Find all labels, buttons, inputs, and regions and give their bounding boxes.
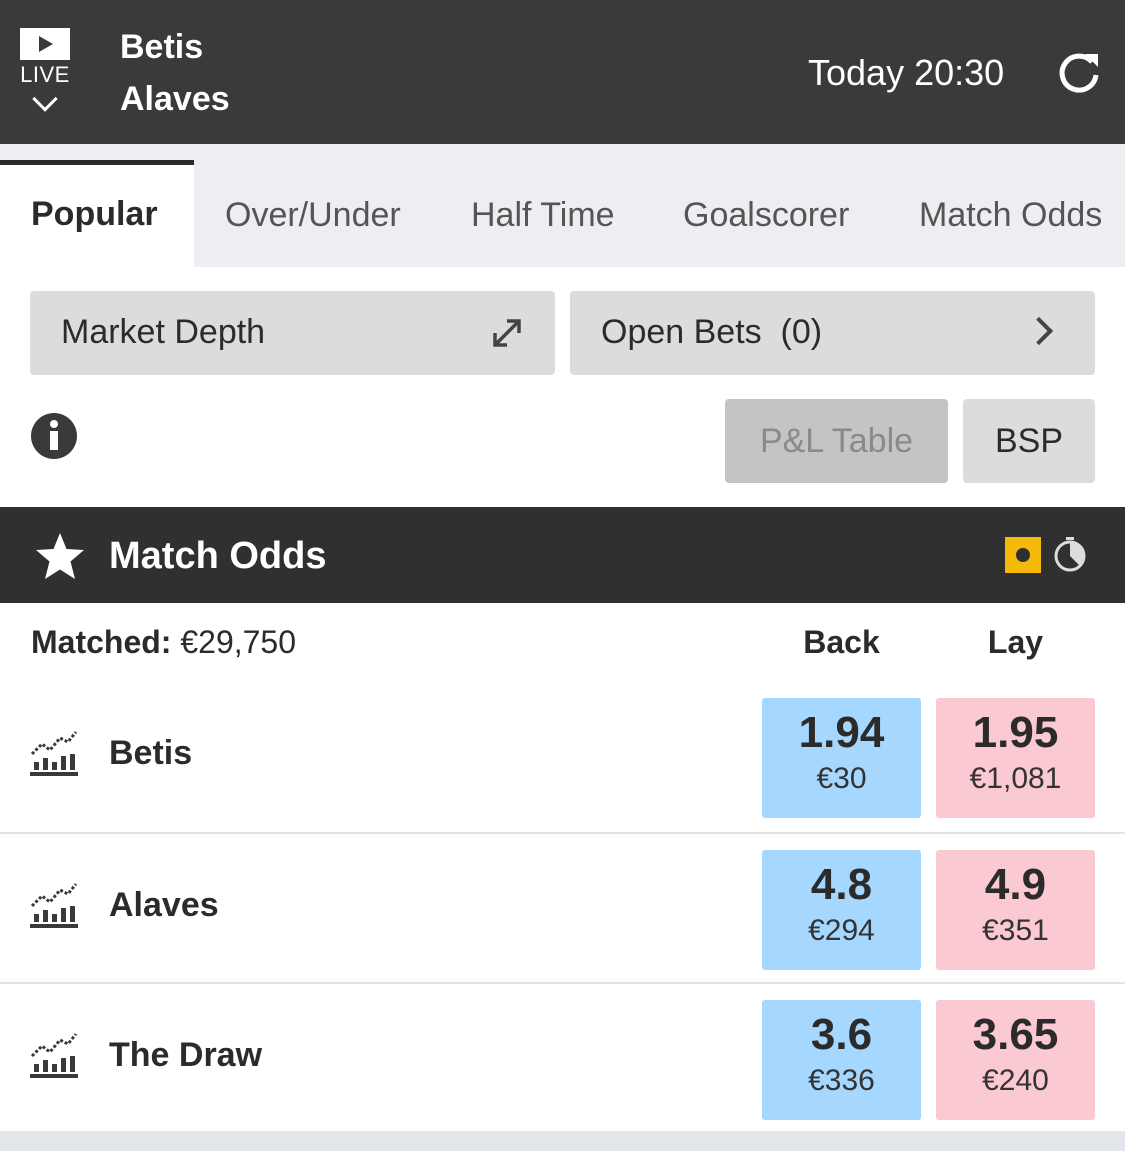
chart-icon[interactable] <box>28 728 80 778</box>
lay-price-button[interactable]: 4.9 €351 <box>936 850 1095 970</box>
lay-stake: €351 <box>982 914 1049 947</box>
chevron-down-icon <box>32 86 58 112</box>
runner-row: Betis 1.94 €30 1.95 €1,081 <box>0 682 1125 832</box>
chart-icon[interactable] <box>28 1030 80 1080</box>
inplay-icon <box>1005 537 1041 573</box>
timer-icon <box>1054 537 1086 572</box>
lay-price-button[interactable]: 1.95 €1,081 <box>936 698 1095 818</box>
tab-goalscorer[interactable]: Goalscorer <box>683 160 849 267</box>
lay-price-button[interactable]: 3.65 €240 <box>936 1000 1095 1120</box>
chart-icon[interactable] <box>28 880 80 930</box>
open-bets-button[interactable]: Open Bets (0) <box>570 291 1095 375</box>
bsp-button[interactable]: BSP <box>963 399 1095 483</box>
away-team-name: Alaves <box>120 80 230 118</box>
refresh-icon[interactable] <box>1056 50 1102 96</box>
bottom-divider <box>0 1131 1125 1151</box>
market-header: Match Odds <box>0 507 1125 603</box>
back-stake: €30 <box>816 762 867 795</box>
tab-half-time[interactable]: Half Time <box>471 160 615 267</box>
tab-match-odds[interactable]: Match Odds <box>919 160 1102 267</box>
runner-row: Alaves 4.8 €294 4.9 €351 <box>0 832 1125 982</box>
matched-amount: Matched: €29,750 <box>31 624 296 661</box>
lay-odds: 3.65 <box>972 1010 1059 1059</box>
runner-row: The Draw 3.6 €336 3.65 €240 <box>0 982 1125 1132</box>
back-column-header: Back <box>803 624 880 660</box>
lay-odds: 1.95 <box>972 708 1059 757</box>
event-header: LIVE Betis Alaves Today 20:30 <box>0 0 1125 144</box>
tab-over-under[interactable]: Over/Under <box>225 160 401 267</box>
chevron-right-icon <box>1024 316 1054 346</box>
back-price-button[interactable]: 4.8 €294 <box>762 850 921 970</box>
matched-value: €29,750 <box>180 624 297 660</box>
matched-label: Matched: <box>31 624 172 660</box>
back-odds: 1.94 <box>798 708 885 757</box>
lay-stake: €1,081 <box>969 762 1062 795</box>
lay-odds: 4.9 <box>984 860 1047 909</box>
back-odds: 4.8 <box>810 860 873 909</box>
lay-column-header: Lay <box>987 624 1044 660</box>
home-team-name: Betis <box>120 28 204 66</box>
back-price-button[interactable]: 3.6 €336 <box>762 1000 921 1120</box>
market-tabs: Popular Over/Under Half Time Goalscorer … <box>0 144 1125 267</box>
market-depth-label: Market Depth <box>61 313 266 351</box>
back-price-button[interactable]: 1.94 €30 <box>762 698 921 818</box>
runner-name: Betis <box>109 734 193 772</box>
event-time: Today 20:30 <box>808 52 1005 93</box>
market-depth-button[interactable]: Market Depth <box>30 291 555 375</box>
star-icon[interactable] <box>34 531 86 581</box>
info-icon[interactable] <box>30 412 78 460</box>
back-stake: €336 <box>808 1064 875 1097</box>
play-icon <box>20 28 70 60</box>
back-stake: €294 <box>808 914 875 947</box>
tab-popular[interactable]: Popular <box>0 160 194 267</box>
live-label: LIVE <box>20 62 70 87</box>
live-stream-toggle[interactable]: LIVE <box>18 28 72 112</box>
market-title: Match Odds <box>109 535 327 577</box>
expand-icon <box>493 319 521 347</box>
open-bets-label: Open Bets (0) <box>601 313 823 351</box>
runner-name: The Draw <box>109 1036 263 1074</box>
runner-name: Alaves <box>109 886 219 924</box>
back-odds: 3.6 <box>810 1010 873 1059</box>
lay-stake: €240 <box>982 1064 1049 1097</box>
pl-table-button[interactable]: P&L Table <box>725 399 948 483</box>
